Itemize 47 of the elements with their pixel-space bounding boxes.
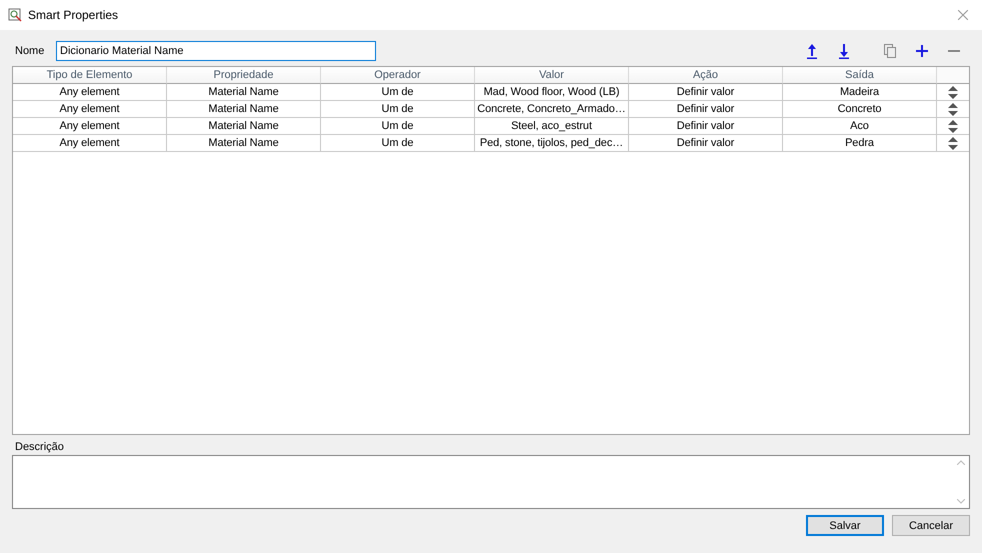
table-cell: Definir valor <box>629 84 783 101</box>
table-cell: Mad, Wood floor, Wood (LB) <box>475 84 629 101</box>
column-header[interactable]: Saída <box>783 67 937 84</box>
plus-icon <box>916 45 928 57</box>
column-header[interactable]: Ação <box>629 67 783 84</box>
table-cell: Any element <box>13 84 167 101</box>
table-cell: Um de <box>321 84 475 101</box>
table-cell: Definir valor <box>629 118 783 135</box>
table-cell: Concrete, Concreto_Armado… <box>475 101 629 118</box>
reorder-icon[interactable] <box>948 120 958 132</box>
minus-icon <box>948 50 960 52</box>
table-cell: Concreto <box>783 101 937 118</box>
reorder-icon[interactable] <box>948 136 958 150</box>
column-header[interactable]: Propriedade <box>167 67 321 84</box>
table-cell: Material Name <box>167 135 321 152</box>
table-cell: Definir valor <box>629 101 783 118</box>
reorder-icon[interactable] <box>948 86 958 98</box>
table-cell: Any element <box>13 101 167 118</box>
name-label: Nome <box>14 45 46 57</box>
save-button[interactable]: Salvar <box>806 515 884 536</box>
table-cell: Material Name <box>167 84 321 101</box>
cancel-button[interactable]: Cancelar <box>892 515 970 536</box>
table-cell: Um de <box>321 118 475 135</box>
table-cell: Ped, stone, tijolos, ped_dec… <box>475 135 629 152</box>
column-header[interactable]: Valor <box>475 67 629 84</box>
window-title: Smart Properties <box>28 8 120 22</box>
table-cell: Aco <box>783 118 937 135</box>
copy-icon <box>884 44 896 58</box>
reorder-icon[interactable] <box>948 102 958 116</box>
close-icon[interactable] <box>958 10 968 20</box>
arrow-down-icon <box>839 43 849 59</box>
description-label: Descrição <box>14 441 65 453</box>
arrow-up-icon <box>807 43 817 59</box>
column-header[interactable]: Tipo de Elemento <box>13 67 167 84</box>
table-cell: Um de <box>321 135 475 152</box>
table-cell: Definir valor <box>629 135 783 152</box>
table-cell: Any element <box>13 135 167 152</box>
table-cell: Pedra <box>783 135 937 152</box>
table-cell: Um de <box>321 101 475 118</box>
table-cell: Material Name <box>167 118 321 135</box>
column-header[interactable]: Operador <box>321 67 475 84</box>
app-icon <box>8 8 22 22</box>
table-cell: Madeira <box>783 84 937 101</box>
table-cell: Steel, aco_estrut <box>475 118 629 135</box>
table-cell: Any element <box>13 118 167 135</box>
name-field[interactable]: Dicionario Material Name <box>56 41 376 61</box>
table-cell: Material Name <box>167 101 321 118</box>
